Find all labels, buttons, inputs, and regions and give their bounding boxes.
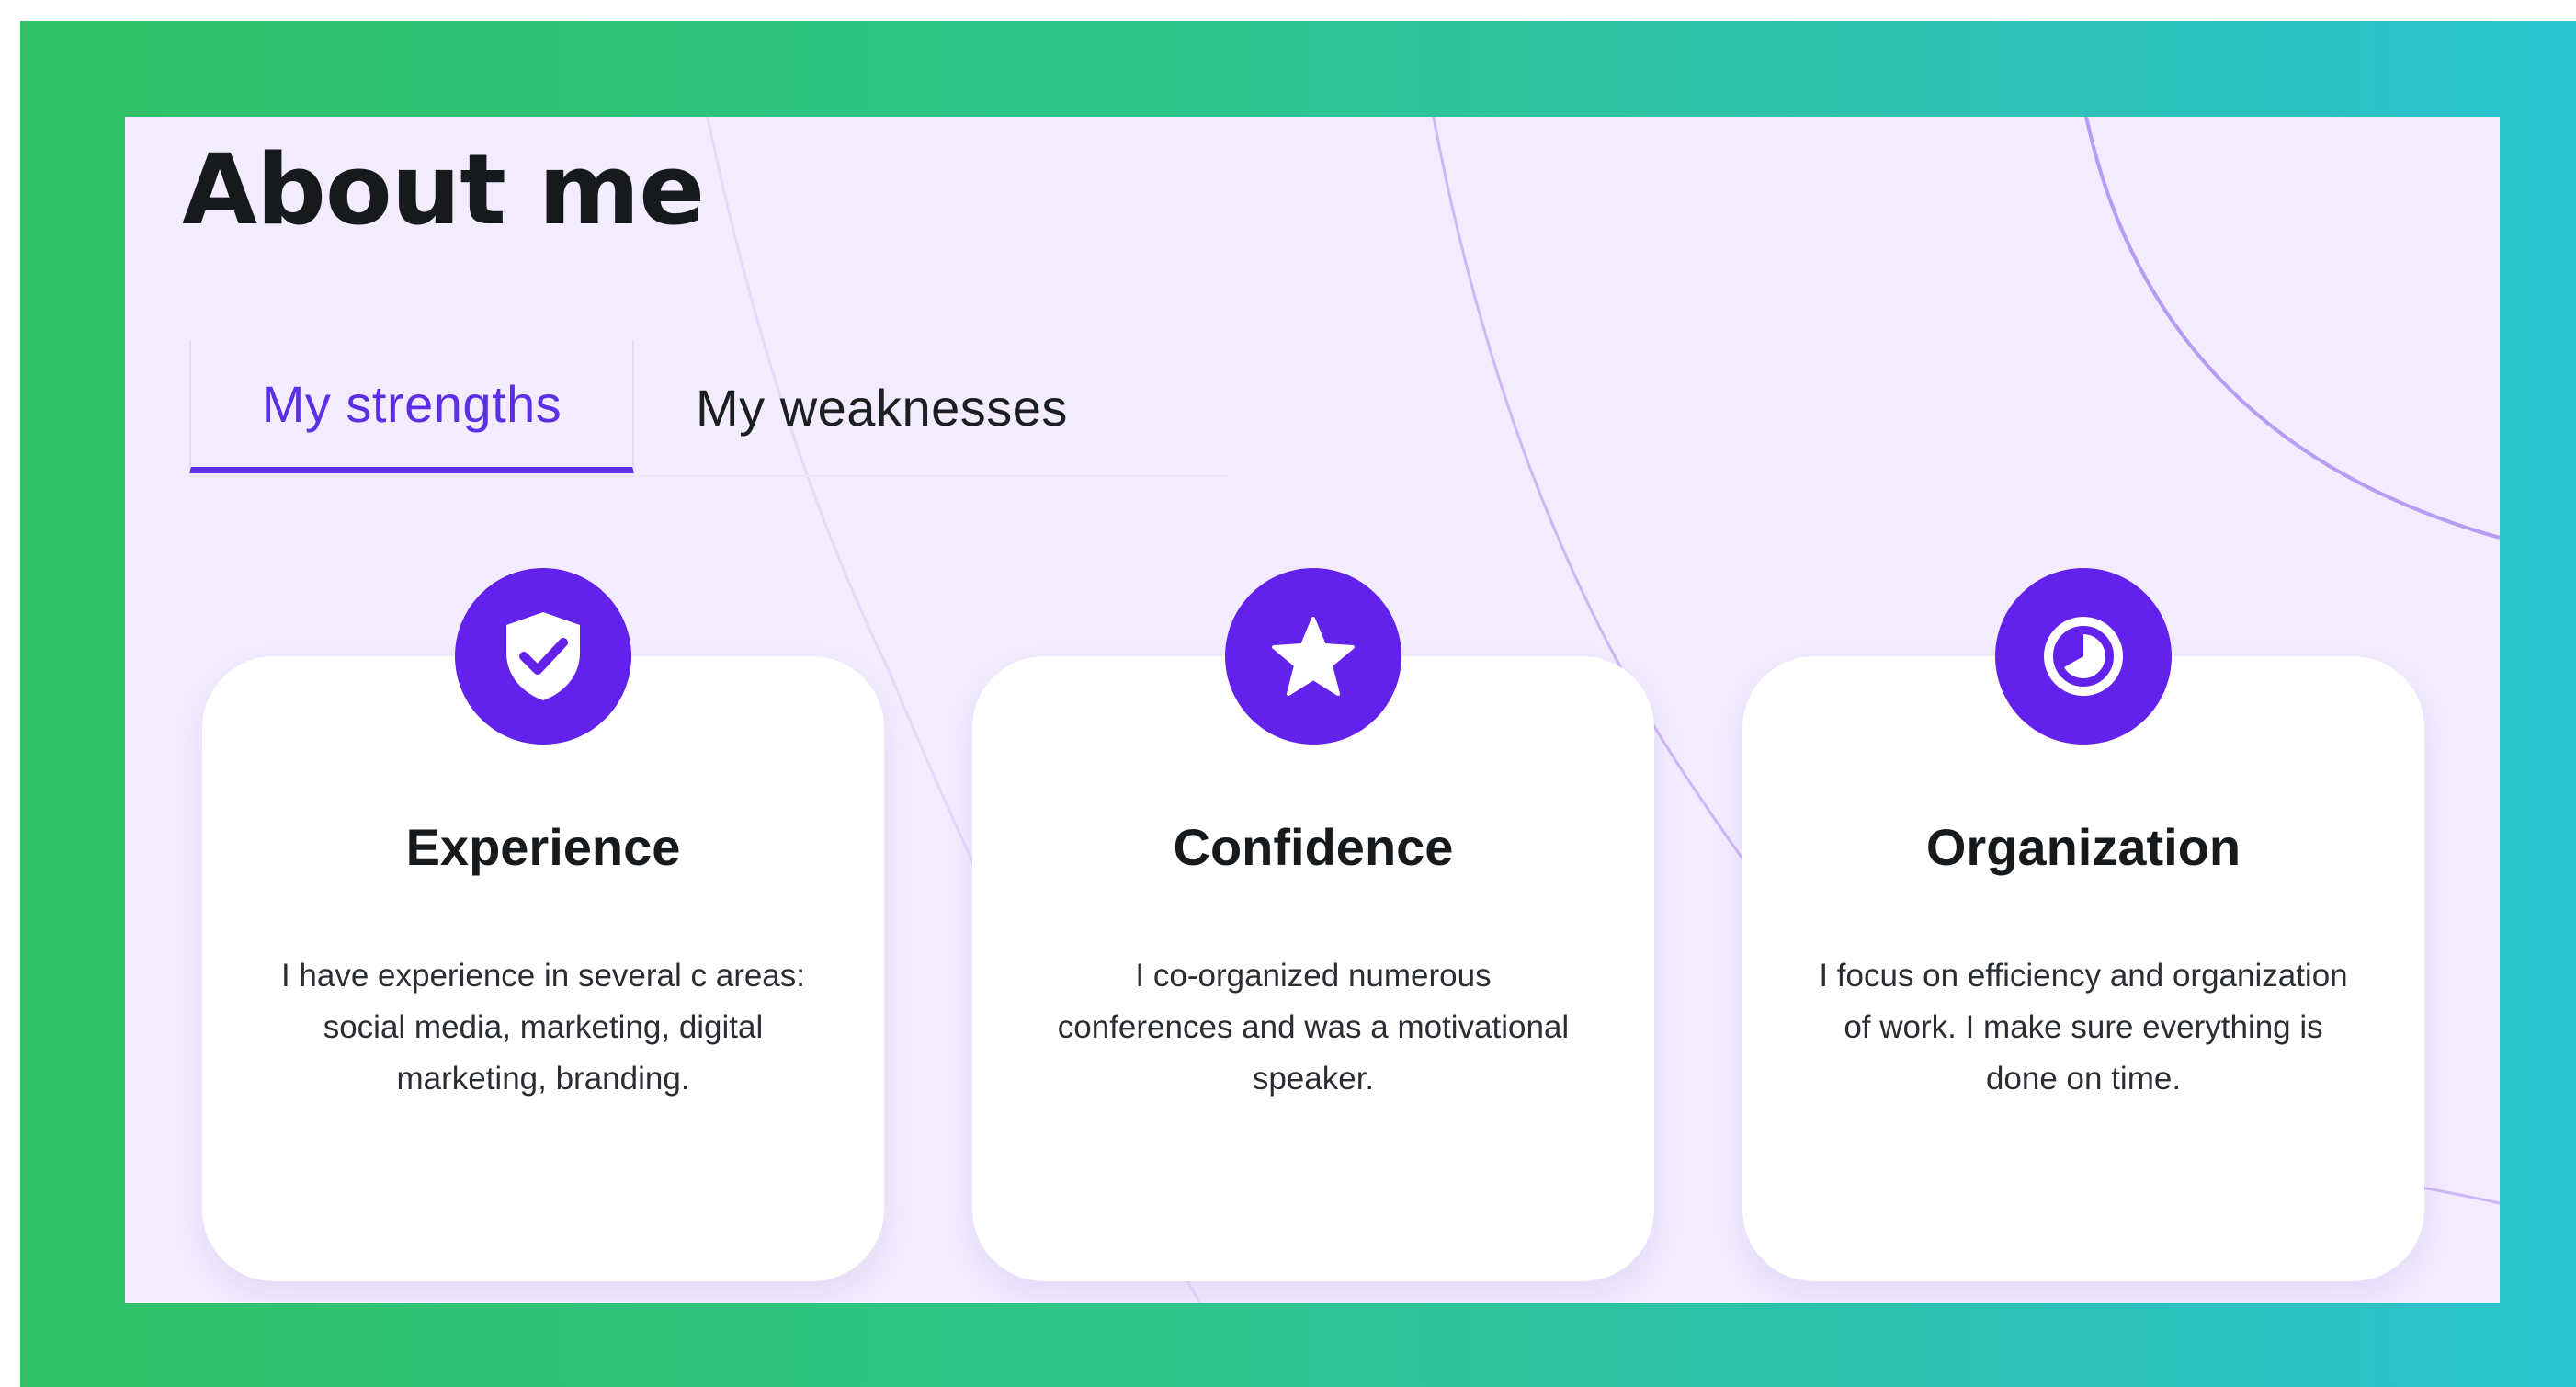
tab-bar: My strengths My weaknesses <box>189 341 1230 477</box>
about-section: About me My strengths My weaknesses Expe… <box>125 117 2500 1303</box>
card-description: I co-organized numerous conferences and … <box>1057 958 1570 1097</box>
tab-my-strengths[interactable]: My strengths <box>189 341 634 473</box>
card-title: Confidence <box>1173 818 1454 876</box>
strength-card-experience: Experience I have experience in several … <box>202 568 884 1281</box>
tab-my-weaknesses[interactable]: My weaknesses <box>634 341 1068 473</box>
gradient-frame: About me My strengths My weaknesses Expe… <box>20 21 2576 1387</box>
page-title: About me <box>182 133 705 246</box>
clock-icon <box>1995 568 2172 745</box>
star-icon <box>1225 568 1401 745</box>
shield-check-icon <box>455 568 631 745</box>
strength-card-confidence: Confidence I co-organized numerous confe… <box>972 568 1654 1281</box>
card-title: Experience <box>405 818 681 876</box>
card-title: Organization <box>1925 818 2241 876</box>
card-description: I have experience in several c areas: so… <box>280 958 806 1097</box>
card-description: I focus on efficiency and organization o… <box>1819 958 2348 1097</box>
strength-card-organization: Organization I focus on efficiency and o… <box>1742 568 2424 1281</box>
